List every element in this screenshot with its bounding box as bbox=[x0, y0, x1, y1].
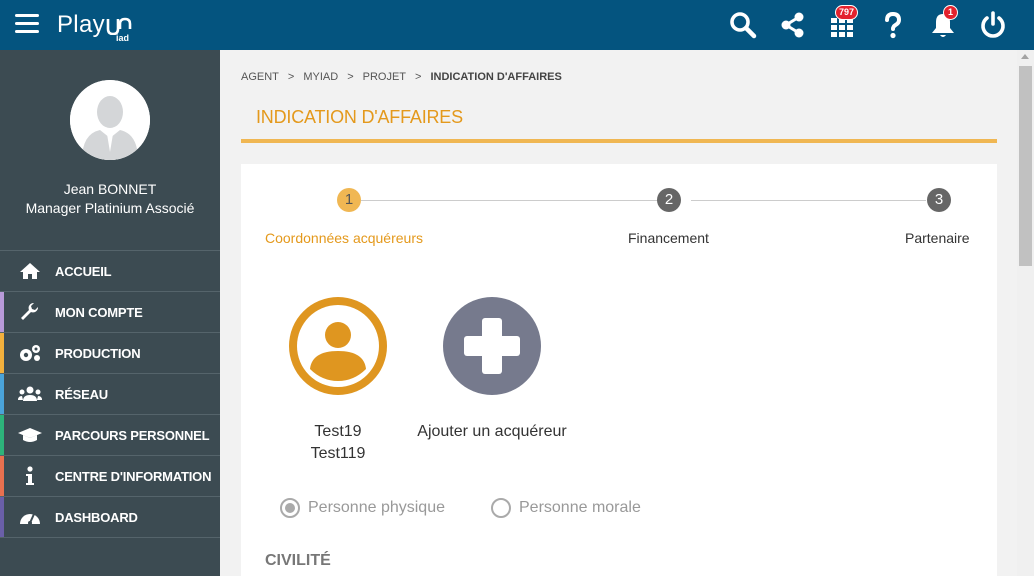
step-1-label[interactable]: Coordonnées acquéreurs bbox=[265, 230, 423, 246]
chevron-right-icon: > bbox=[347, 71, 354, 83]
plus-icon bbox=[464, 318, 520, 374]
chevron-right-icon: > bbox=[415, 71, 422, 83]
radio-label: Personne morale bbox=[519, 499, 641, 516]
scroll-up-arrow-icon[interactable] bbox=[1021, 54, 1029, 59]
info-icon bbox=[18, 466, 42, 486]
sidebar-item-accueil[interactable]: ACCUEIL bbox=[0, 251, 220, 292]
acquirer-name-line1: Test19 bbox=[314, 423, 362, 440]
sidebar: Jean BONNET Manager Platinium Associé AC… bbox=[0, 50, 220, 576]
wrench-icon bbox=[18, 302, 42, 322]
user-icon bbox=[297, 305, 379, 387]
sidebar-item-production[interactable]: PRODUCTION bbox=[0, 333, 220, 374]
step-1-circle[interactable]: 1 bbox=[337, 188, 361, 212]
acquirer-avatar[interactable] bbox=[289, 297, 387, 395]
sidebar-item-stripe bbox=[0, 497, 4, 537]
apps-count-badge: 797 bbox=[835, 5, 859, 20]
users-icon bbox=[18, 384, 42, 404]
scroll-thumb[interactable] bbox=[1019, 66, 1032, 266]
sidebar-item-centre-information[interactable]: CENTRE D'INFORMATION bbox=[0, 456, 220, 497]
notification-count-badge: 1 bbox=[943, 5, 959, 20]
user-name: Jean BONNET bbox=[63, 181, 157, 197]
form-card: 1 2 3 Coordonnées acquéreurs Financement… bbox=[241, 164, 997, 576]
sidebar-item-label: CENTRE D'INFORMATION bbox=[55, 468, 212, 484]
power-icon[interactable] bbox=[978, 10, 1008, 40]
search-icon[interactable] bbox=[728, 10, 758, 40]
add-acquirer-button[interactable] bbox=[443, 297, 541, 395]
sidebar-item-stripe bbox=[0, 292, 4, 332]
radio-button[interactable] bbox=[491, 498, 511, 518]
sidebar-item-dashboard[interactable]: DASHBOARD bbox=[0, 497, 220, 538]
sidebar-item-label: ACCUEIL bbox=[55, 263, 112, 279]
page-title: INDICATION D'AFFAIRES bbox=[256, 107, 463, 127]
step-2-circle[interactable]: 2 bbox=[657, 188, 681, 212]
step-3-circle[interactable]: 3 bbox=[927, 188, 951, 212]
step-2-label[interactable]: Financement bbox=[628, 230, 709, 246]
breadcrumb-item-projet[interactable]: PROJET bbox=[363, 71, 406, 83]
sidebar-item-label: PRODUCTION bbox=[55, 345, 141, 361]
sidebar-item-parcours-personnel[interactable]: PARCOURS PERSONNEL bbox=[0, 415, 220, 456]
hamburger-menu-icon[interactable] bbox=[15, 14, 39, 34]
top-bar: Play iad 797 1 bbox=[0, 0, 1034, 50]
app-logo[interactable]: Play bbox=[57, 11, 105, 39]
home-icon bbox=[18, 261, 42, 281]
radio-personne-morale[interactable]: Personne morale bbox=[491, 498, 641, 518]
sidebar-item-label: MON COMPTE bbox=[55, 304, 143, 320]
sidebar-item-stripe bbox=[0, 251, 4, 291]
radio-button[interactable] bbox=[280, 498, 300, 518]
gears-icon bbox=[18, 343, 42, 363]
sidebar-item-mon-compte[interactable]: MON COMPTE bbox=[0, 292, 220, 333]
graduation-cap-icon bbox=[18, 425, 42, 445]
notification-bell-icon[interactable]: 1 bbox=[928, 5, 959, 40]
user-role: Manager Platinium Associé bbox=[25, 200, 195, 216]
share-icon[interactable] bbox=[778, 10, 808, 40]
radio-personne-physique[interactable]: Personne physique bbox=[280, 498, 445, 518]
sidebar-item-stripe bbox=[0, 374, 4, 414]
logo-swirl bbox=[106, 17, 132, 35]
sidebar-item-stripe bbox=[0, 456, 4, 496]
step-3-label[interactable]: Partenaire bbox=[905, 230, 970, 246]
sidebar-item-label: PARCOURS PERSONNEL bbox=[55, 427, 210, 443]
breadcrumb-current: INDICATION D'AFFAIRES bbox=[430, 71, 562, 83]
sidebar-item-label: DASHBOARD bbox=[55, 509, 138, 525]
radio-label: Personne physique bbox=[308, 499, 445, 516]
vertical-scrollbar[interactable] bbox=[1017, 50, 1034, 576]
sidebar-item-stripe bbox=[0, 333, 4, 373]
stepper-line bbox=[361, 200, 661, 201]
acquirer-name-line2: Test119 bbox=[310, 445, 366, 462]
sidebar-menu: ACCUEIL MON COMPTE PRODUCTION RÉSEAU PAR… bbox=[0, 250, 220, 538]
apps-grid-icon[interactable]: 797 bbox=[828, 5, 859, 40]
breadcrumb-item-agent[interactable]: AGENT bbox=[241, 71, 279, 83]
stepper-line bbox=[691, 200, 926, 201]
help-icon[interactable] bbox=[878, 10, 908, 40]
chevron-right-icon: > bbox=[287, 71, 295, 83]
user-avatar[interactable] bbox=[70, 80, 150, 160]
add-acquirer-label[interactable]: Ajouter un acquéreur bbox=[401, 421, 583, 443]
sidebar-item-stripe bbox=[0, 415, 4, 455]
title-underline bbox=[241, 139, 997, 143]
breadcrumb-item-myiad[interactable]: MYIAD bbox=[303, 71, 338, 83]
breadcrumb: AGENT > MYIAD > PROJET > INDICATION D'AF… bbox=[241, 71, 562, 83]
civilite-section-title: CIVILITÉ bbox=[265, 552, 331, 569]
sidebar-item-reseau[interactable]: RÉSEAU bbox=[0, 374, 220, 415]
dashboard-icon bbox=[18, 507, 42, 527]
user-silhouette-icon bbox=[70, 80, 150, 160]
sidebar-item-label: RÉSEAU bbox=[55, 386, 108, 402]
